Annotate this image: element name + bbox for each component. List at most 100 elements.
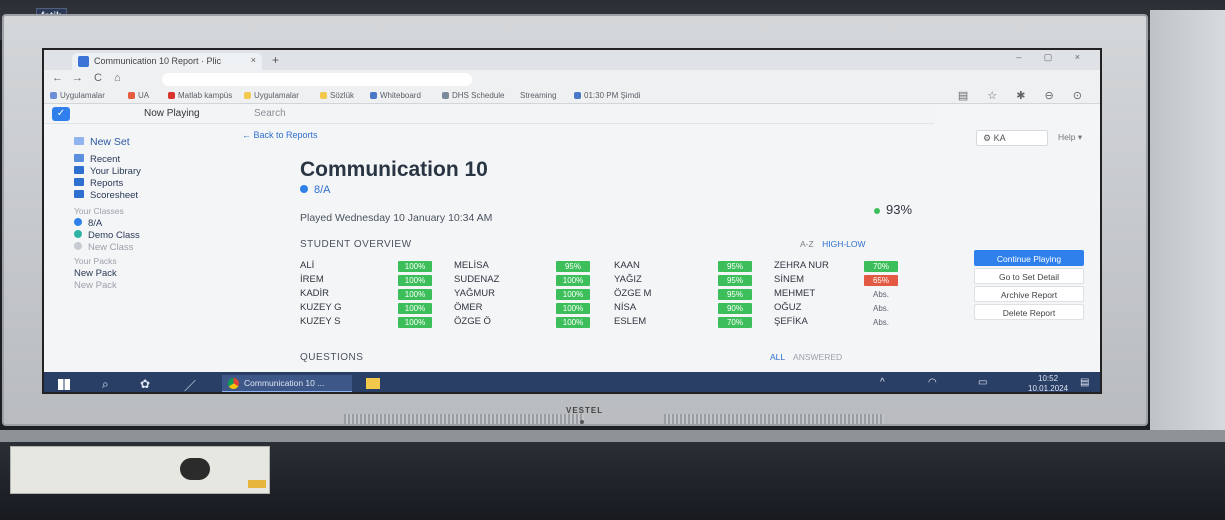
user-menu-button[interactable]: ⚙ KA <box>976 130 1048 146</box>
student-name[interactable]: NİSA <box>614 302 636 313</box>
screen: Communication 10 Report · Plic × + – ▢ ×… <box>42 48 1102 394</box>
sidebar-new-pack[interactable]: New Pack <box>74 268 117 279</box>
go-to-set-detail-button[interactable]: Go to Set Detail <box>974 268 1084 284</box>
student-name[interactable]: SİNEM <box>774 274 804 285</box>
student-name[interactable]: YAĞIZ <box>614 274 642 285</box>
student-name[interactable]: YAĞMUR <box>454 288 495 299</box>
report-main: ← Back to Reports Communication 10 8/A P… <box>234 124 934 392</box>
student-name[interactable]: ZEHRA NUR <box>774 260 829 271</box>
help-menu[interactable]: Help ▾ <box>1058 132 1082 143</box>
power-socket <box>180 458 210 480</box>
bookmark-item[interactable]: Uygulamalar <box>244 91 299 100</box>
student-name[interactable]: ALİ <box>300 260 314 271</box>
new-tab-button[interactable]: + <box>272 53 279 67</box>
sidebar-class-8a[interactable]: 8/A <box>74 218 102 229</box>
speaker-grille-left <box>344 414 584 424</box>
student-score-badge: 95% <box>718 289 752 300</box>
plickers-logo-icon[interactable]: ✓ <box>52 107 70 121</box>
monitor-bezel: VESTEL Communication 10 Report · Plic × … <box>2 14 1148 426</box>
taskbar-chrome-app[interactable]: Communication 10 ... <box>222 375 352 392</box>
reload-icon[interactable]: C <box>94 72 102 84</box>
bookmark-item[interactable]: DHS Schedule <box>442 91 504 100</box>
student-name[interactable]: ÖZGE M <box>614 288 651 299</box>
new-set-button[interactable]: New Set <box>74 136 130 148</box>
student-score-badge: 100% <box>556 289 590 300</box>
file-explorer-icon[interactable] <box>366 378 380 389</box>
now-playing-nav[interactable]: Now Playing <box>144 108 200 119</box>
browser-toolbar-icons[interactable]: ▤ ☆ ✱ ⊖ ⊙ <box>958 89 1090 102</box>
student-score-badge: 65% <box>864 275 898 286</box>
student-score-badge: 90% <box>718 303 752 314</box>
windows-start-icon[interactable] <box>58 379 70 390</box>
back-to-reports-link[interactable]: ← Back to Reports <box>242 130 318 140</box>
browser-tab[interactable]: Communication 10 Report · Plic × <box>72 53 262 70</box>
class-dot-icon <box>300 185 308 193</box>
bookmark-item[interactable]: Whiteboard <box>370 91 421 100</box>
pen-icon[interactable]: ／ <box>184 377 196 392</box>
archive-report-button[interactable]: Archive Report <box>974 286 1084 302</box>
bookmark-item[interactable]: 01:30 PM Şimdi <box>574 91 640 100</box>
delete-report-button[interactable]: Delete Report <box>974 304 1084 320</box>
bookmark-item[interactable]: Matlab kampüs <box>168 91 232 100</box>
student-score-badge: 70% <box>718 317 752 328</box>
report-class[interactable]: 8/A <box>300 184 331 196</box>
student-name[interactable]: ÖZGE Ö <box>454 316 491 327</box>
network-icon[interactable]: ◠ <box>928 377 937 388</box>
sidebar-item-reports[interactable]: Reports <box>74 178 123 189</box>
sidebar-item-recent[interactable]: Recent <box>74 154 120 165</box>
student-score-badge: 100% <box>556 303 590 314</box>
sidebar-new-class[interactable]: New Class <box>74 242 133 253</box>
student-score-badge: 95% <box>718 275 752 286</box>
bookmark-item[interactable]: Sözlük <box>320 91 354 100</box>
close-tab-icon[interactable]: × <box>251 55 256 65</box>
paint-icon[interactable]: ✿ <box>140 377 150 391</box>
sidebar-item-library[interactable]: Your Library <box>74 166 141 177</box>
filter-all-button[interactable]: ALL <box>770 352 785 362</box>
bookmark-item[interactable]: UA <box>128 91 149 100</box>
student-name[interactable]: ESLEM <box>614 316 646 327</box>
favicon-icon <box>78 56 89 67</box>
student-name[interactable]: OĞUZ <box>774 302 801 313</box>
chevron-up-icon[interactable]: ^ <box>880 377 885 388</box>
home-icon[interactable]: ⌂ <box>114 72 121 84</box>
filter-answered-button[interactable]: ANSWERED <box>793 352 842 362</box>
forward-arrow-icon[interactable]: → <box>72 72 83 84</box>
edit-icon <box>74 137 84 145</box>
student-name[interactable]: KAAN <box>614 260 640 271</box>
clock-date: 10.01.2024 <box>1028 384 1069 393</box>
student-name[interactable]: ŞEFİKA <box>774 316 808 327</box>
bookmark-item[interactable]: Streaming <box>520 91 556 100</box>
sidebar-class-demo[interactable]: Demo Class <box>74 230 140 241</box>
gear-icon: ⚙ <box>983 133 992 143</box>
student-name[interactable]: KUZEY S <box>300 316 340 327</box>
window-controls[interactable]: – ▢ × <box>1016 52 1090 63</box>
student-name[interactable]: MEHMET <box>774 288 815 299</box>
report-title: Communication 10 <box>300 158 488 181</box>
student-name[interactable]: MELİSA <box>454 260 489 271</box>
student-name[interactable]: ÖMER <box>454 302 483 313</box>
search-icon[interactable]: ⌕ <box>102 377 109 392</box>
keyboard-icon[interactable]: ▭ <box>978 377 987 388</box>
sidebar-item-scoresheet[interactable]: Scoresheet <box>74 190 138 201</box>
search-nav[interactable]: Search <box>254 108 286 119</box>
right-panel: 93% ⚙ KA Help ▾ Continue Playing Go to S… <box>874 104 1100 392</box>
notification-icon[interactable]: ▤ <box>1080 377 1089 388</box>
address-bar-row: ← → C ⌂ <box>44 70 1100 88</box>
student-name[interactable]: İREM <box>300 274 324 285</box>
classes-heading: Your Classes <box>74 206 124 216</box>
back-arrow-icon[interactable]: ← <box>52 72 63 84</box>
bookmark-item[interactable]: Uygulamalar <box>50 91 105 100</box>
sort-az-button[interactable]: A-Z <box>800 239 814 249</box>
student-name[interactable]: SUDENAZ <box>454 274 499 285</box>
url-input[interactable] <box>162 73 472 86</box>
student-name[interactable]: KADİR <box>300 288 329 299</box>
bookmarks-bar: Uygulamalar UA Matlab kampüs Uygulamalar… <box>44 88 1100 104</box>
sidebar-new-pack-placeholder[interactable]: New Pack <box>74 280 117 291</box>
student-name[interactable]: KUZEY G <box>300 302 342 313</box>
question-filter: ALL ANSWERED <box>770 352 842 362</box>
continue-playing-button[interactable]: Continue Playing <box>974 250 1084 266</box>
board-rail <box>0 430 1225 442</box>
student-score-badge: 70% <box>864 261 898 272</box>
taskbar-clock[interactable]: 10:52 10.01.2024 <box>1028 374 1069 393</box>
sort-high-low-button[interactable]: HIGH-LOW <box>822 239 865 249</box>
